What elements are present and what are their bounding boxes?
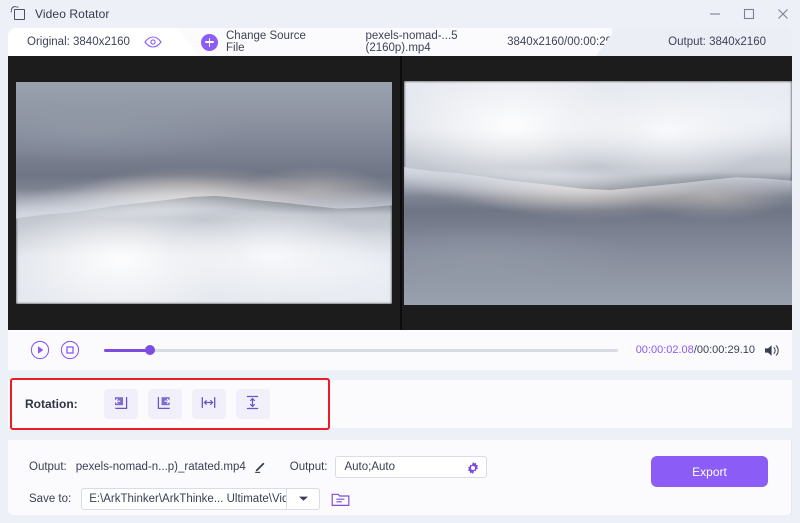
export-button[interactable]: Export <box>651 456 768 487</box>
tab-output[interactable]: Output: 3840x2160 <box>596 28 792 56</box>
video-rotator-icon <box>10 5 27 22</box>
output-format-label: Output: <box>289 461 328 473</box>
output-file-name: pexels-nomad-n...p)_ratated.mp4 <box>75 461 246 473</box>
progress-thumb[interactable] <box>145 345 156 356</box>
rotation-highlight-box <box>10 378 330 430</box>
source-file-meta: 3840x2160/00:00:29 <box>507 36 612 48</box>
original-video-frame <box>16 82 392 304</box>
tab-original[interactable]: Original: 3840x2160 <box>8 28 198 56</box>
source-info-area: Change Source File pexels-nomad-...5 (21… <box>158 28 612 56</box>
progress-track <box>104 349 618 352</box>
plus-circle-icon[interactable] <box>201 33 218 51</box>
output-format-value: Auto;Auto <box>344 461 395 473</box>
rotated-video-frame <box>404 81 792 305</box>
original-resolution-label: Original: 3840x2160 <box>27 36 130 48</box>
window-controls <box>698 0 800 28</box>
save-to-label: Save to: <box>29 493 72 505</box>
folder-icon[interactable] <box>331 491 350 507</box>
export-settings-panel: Output: pexels-nomad-n...p)_ratated.mp4 … <box>8 440 792 515</box>
output-name-label: Output: <box>29 461 67 473</box>
chevron-down-icon <box>298 492 309 506</box>
preview-area <box>8 56 792 330</box>
title-bar: Video Rotator <box>0 0 800 28</box>
output-resolution-label: Output: 3840x2160 <box>668 36 766 48</box>
video-rotator-window: Video Rotator Change Source File pexels-… <box>0 0 800 523</box>
change-source-file-button[interactable]: Change Source File <box>226 30 307 54</box>
output-format-field[interactable]: Auto;Auto <box>335 456 488 478</box>
play-circle-icon[interactable] <box>29 339 51 361</box>
progress-fill <box>104 349 151 352</box>
eye-icon[interactable] <box>144 33 162 51</box>
speaker-icon[interactable] <box>764 343 781 358</box>
maximize-icon[interactable] <box>732 0 766 28</box>
save-path-field[interactable]: E:\ArkThinker\ArkThinke... Ultimate\Vide… <box>81 488 288 510</box>
source-file-name: pexels-nomad-...5 (2160p).mp4 <box>365 30 458 54</box>
gear-icon[interactable] <box>466 461 480 475</box>
panel-divider <box>791 440 792 515</box>
original-video-preview[interactable] <box>8 56 400 330</box>
stop-circle-icon[interactable] <box>59 339 81 361</box>
progress-slider[interactable] <box>104 343 618 357</box>
source-bar: Change Source File pexels-nomad-...5 (21… <box>8 28 792 56</box>
pencil-icon[interactable] <box>253 461 266 474</box>
save-path-dropdown[interactable] <box>287 488 321 510</box>
close-icon[interactable] <box>766 0 800 28</box>
player-controls: 00:00:02.08 / 00:00:29.10 <box>8 330 792 370</box>
rotated-video-preview[interactable] <box>400 56 792 330</box>
total-time: 00:00:29.10 <box>696 344 755 356</box>
save-to-row: Save to: E:\ArkThinker\ArkThinke... Ulti… <box>8 488 350 510</box>
window-title: Video Rotator <box>35 7 110 21</box>
time-display: 00:00:02.08 / 00:00:29.10 <box>636 343 781 358</box>
current-time: 00:00:02.08 <box>635 344 694 356</box>
minimize-icon[interactable] <box>698 0 732 28</box>
output-file-row: Output: pexels-nomad-n...p)_ratated.mp4 … <box>8 456 488 478</box>
save-path-value: E:\ArkThinker\ArkThinke... Ultimate\Vide… <box>89 493 286 505</box>
